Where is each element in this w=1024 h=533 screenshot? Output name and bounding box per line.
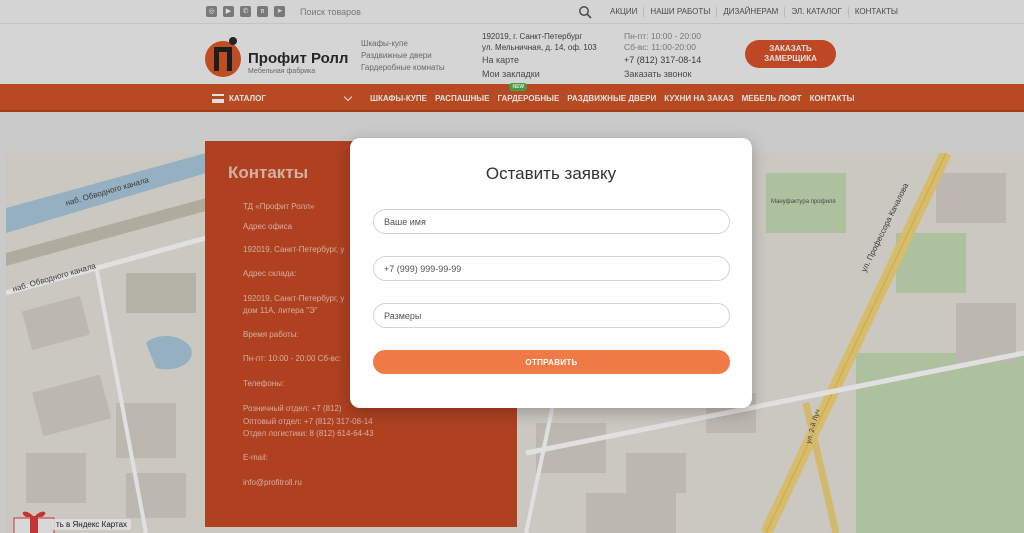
name-input[interactable] — [373, 209, 730, 234]
modal-title: Оставить заявку — [485, 164, 617, 183]
request-modal: Оставить заявку ОТПРАВИТЬ — [350, 138, 752, 408]
submit-button[interactable]: ОТПРАВИТЬ — [373, 350, 730, 374]
phone-input[interactable] — [373, 256, 730, 281]
sizes-input[interactable] — [373, 303, 730, 328]
